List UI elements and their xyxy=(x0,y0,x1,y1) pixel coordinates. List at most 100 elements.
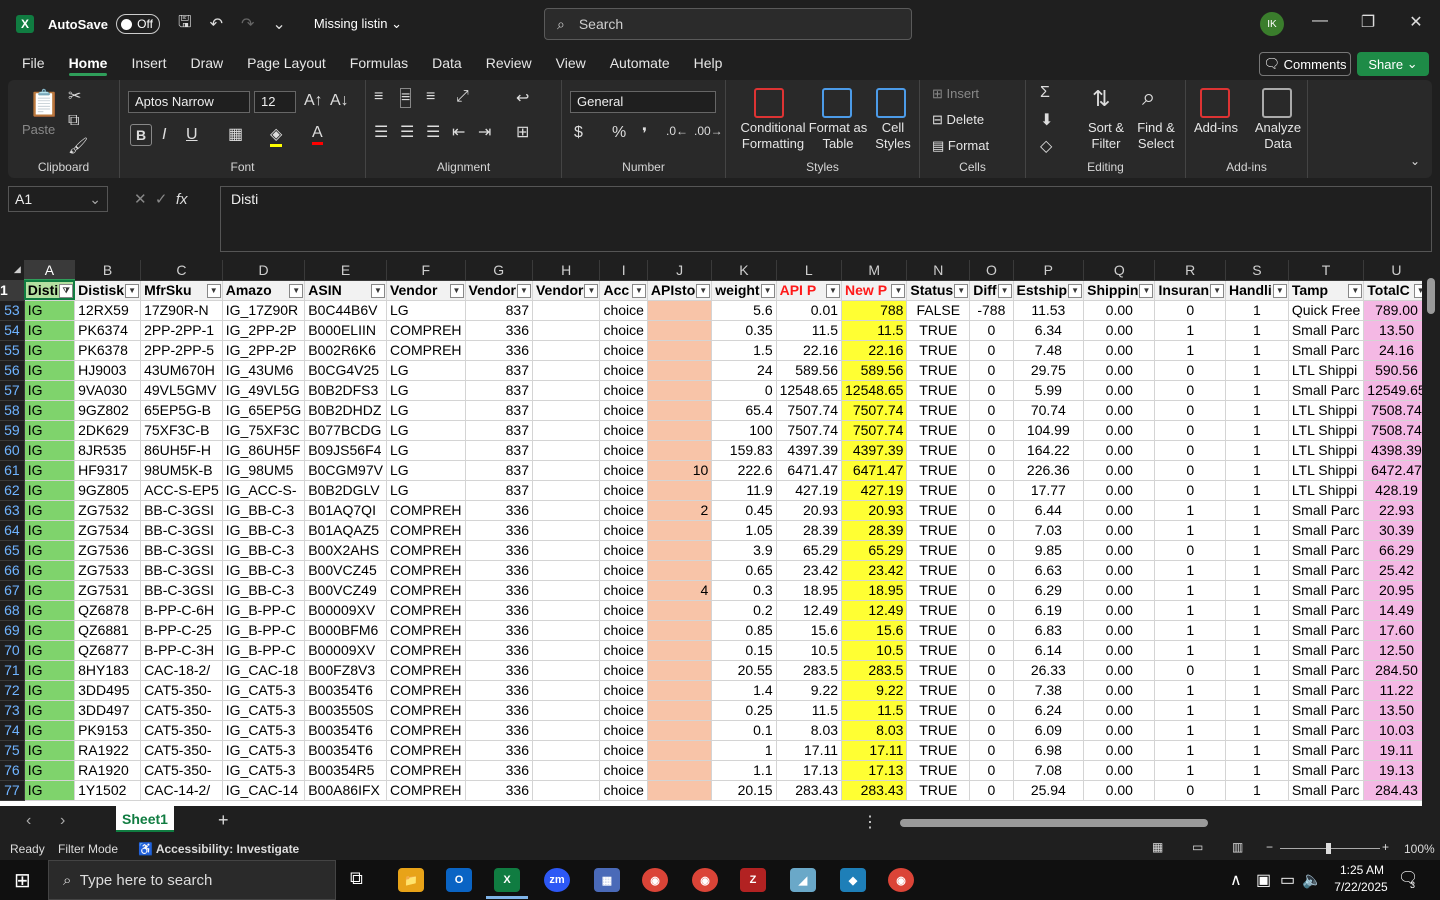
cell[interactable]: 11.22 xyxy=(1363,680,1422,701)
cell[interactable]: Small Parc xyxy=(1288,780,1365,801)
cell[interactable]: IG xyxy=(24,600,76,621)
cell[interactable] xyxy=(647,440,713,461)
find-select-icon[interactable]: ⌕ xyxy=(1142,84,1155,112)
zoom-out-icon[interactable]: − xyxy=(1266,840,1273,854)
cell[interactable]: 6.29 xyxy=(1013,580,1085,601)
cell[interactable]: B-PP-C-6H xyxy=(140,600,223,621)
align-right-icon[interactable]: ☰ xyxy=(426,122,440,142)
tab-data[interactable]: Data xyxy=(420,48,474,78)
row-header[interactable]: 59 xyxy=(0,420,25,441)
cell[interactable]: 100 xyxy=(711,420,777,441)
cell[interactable]: IG_CAT5-3 xyxy=(222,760,306,781)
align-bottom-icon[interactable]: ≡ xyxy=(426,88,435,106)
fill-color-icon[interactable]: ◈ xyxy=(270,124,283,147)
cell[interactable]: 7.08 xyxy=(1013,760,1085,781)
cell[interactable]: 8JR535 xyxy=(74,440,142,461)
insert-cells-button[interactable]: ⊞ Insert xyxy=(932,86,979,102)
cell[interactable]: 336 xyxy=(465,600,533,621)
cell[interactable]: 0.00 xyxy=(1083,500,1156,521)
cell[interactable]: choice xyxy=(599,540,648,561)
cell[interactable] xyxy=(532,780,601,801)
align-left-icon[interactable]: ☰ xyxy=(374,122,388,142)
cell[interactable]: 13.50 xyxy=(1363,320,1422,341)
cell[interactable]: B-PP-C-3H xyxy=(140,640,223,661)
tab-page-layout[interactable]: Page Layout xyxy=(235,48,338,78)
find-select-button[interactable]: Find & Select xyxy=(1132,120,1180,152)
notifications-icon[interactable]: 🗨 xyxy=(1398,868,1418,888)
cell[interactable]: 7.03 xyxy=(1013,520,1085,541)
cell[interactable]: 8.03 xyxy=(841,720,908,741)
cell[interactable]: 1 xyxy=(1225,740,1289,761)
cell[interactable]: 0.00 xyxy=(1083,600,1156,621)
cell[interactable]: IG xyxy=(24,360,76,381)
cell[interactable]: 70.74 xyxy=(1013,400,1085,421)
column-header-c[interactable]: C xyxy=(140,260,223,281)
cell[interactable]: choice xyxy=(599,440,648,461)
cell[interactable]: 1 xyxy=(1225,320,1289,341)
row-header[interactable]: 54 xyxy=(0,320,25,341)
cell[interactable]: IG_65EP5G xyxy=(222,400,306,421)
cell[interactable] xyxy=(532,480,601,501)
cell[interactable]: IG_BB-C-3 xyxy=(222,560,306,581)
cell[interactable]: TRUE xyxy=(906,460,971,481)
close-icon[interactable]: ✕ xyxy=(1404,12,1428,32)
cell[interactable]: 1 xyxy=(1225,720,1289,741)
row-header[interactable]: 53 xyxy=(0,300,25,321)
cell[interactable]: B00X2AHS xyxy=(304,540,387,561)
cell[interactable]: 12.49 xyxy=(841,600,908,621)
cell[interactable]: B00354T6 xyxy=(304,680,387,701)
cell[interactable]: 0 xyxy=(711,380,777,401)
name-box[interactable]: A1 ⌄ xyxy=(8,186,108,212)
cell[interactable]: 427.19 xyxy=(776,480,843,501)
cell[interactable]: TRUE xyxy=(906,620,971,641)
tab-help[interactable]: Help xyxy=(682,48,735,78)
cell[interactable]: 23.42 xyxy=(841,560,908,581)
analyze-data-icon[interactable] xyxy=(1262,88,1292,118)
cell[interactable]: 6472.47 xyxy=(1363,460,1422,481)
row-header[interactable]: 57 xyxy=(0,380,25,401)
cell[interactable]: 17.13 xyxy=(776,760,843,781)
cell[interactable]: 0.00 xyxy=(1083,560,1156,581)
font-family-select[interactable]: Aptos Narrow xyxy=(128,91,250,113)
cell[interactable]: 3.9 xyxy=(711,540,777,561)
row-header[interactable]: 58 xyxy=(0,400,25,421)
cell[interactable]: 17Z90R-N xyxy=(140,300,223,321)
cell[interactable]: IG_CAC-14 xyxy=(222,780,306,801)
tab-automate[interactable]: Automate xyxy=(598,48,682,78)
clear-icon[interactable]: ◇ xyxy=(1040,136,1052,156)
conditional-formatting-icon[interactable] xyxy=(754,88,784,118)
cell[interactable]: 164.22 xyxy=(1013,440,1085,461)
cell[interactable]: 17.11 xyxy=(841,740,908,761)
cell[interactable]: B0CG4V25 xyxy=(304,360,387,381)
column-title[interactable]: Shippin ▼ xyxy=(1083,280,1156,301)
cell[interactable]: 10.5 xyxy=(776,640,843,661)
volume-icon[interactable]: 🔈 xyxy=(1302,870,1322,890)
cell[interactable]: COMPREH xyxy=(386,520,466,541)
cell[interactable]: IG_49VL5G xyxy=(222,380,306,401)
cell[interactable]: IG_2PP-2P xyxy=(222,340,306,361)
cell[interactable]: 1 xyxy=(1154,640,1227,661)
cell[interactable]: 9GZ802 xyxy=(74,400,142,421)
cell[interactable]: B00009XV xyxy=(304,640,387,661)
cell[interactable]: 20.95 xyxy=(1363,580,1422,601)
cell[interactable]: 23.42 xyxy=(776,560,843,581)
cell[interactable]: 1.5 xyxy=(711,340,777,361)
filter-dropdown-icon[interactable]: ▼ xyxy=(1139,283,1154,298)
cell[interactable] xyxy=(532,740,601,761)
cell[interactable]: 12.50 xyxy=(1363,640,1422,661)
column-title[interactable]: Distisk ▼ xyxy=(74,280,142,301)
cell[interactable]: Small Parc xyxy=(1288,580,1365,601)
cell[interactable]: COMPREH xyxy=(386,500,466,521)
cell[interactable]: ACC-S-EP5 xyxy=(140,480,223,501)
column-header-q[interactable]: Q xyxy=(1083,260,1156,281)
cell[interactable]: COMPREH xyxy=(386,720,466,741)
filter-dropdown-icon[interactable]: ▼ xyxy=(449,283,464,298)
cell[interactable]: 0 xyxy=(969,700,1014,721)
row-header[interactable]: 77 xyxy=(0,780,25,801)
cell[interactable]: 0.00 xyxy=(1083,320,1156,341)
cell[interactable] xyxy=(532,700,601,721)
cell[interactable]: BB-C-3GSI xyxy=(140,520,223,541)
cell[interactable]: Small Parc xyxy=(1288,700,1365,721)
cell[interactable]: B00A86IFX xyxy=(304,780,387,801)
cell[interactable]: LG xyxy=(386,460,466,481)
